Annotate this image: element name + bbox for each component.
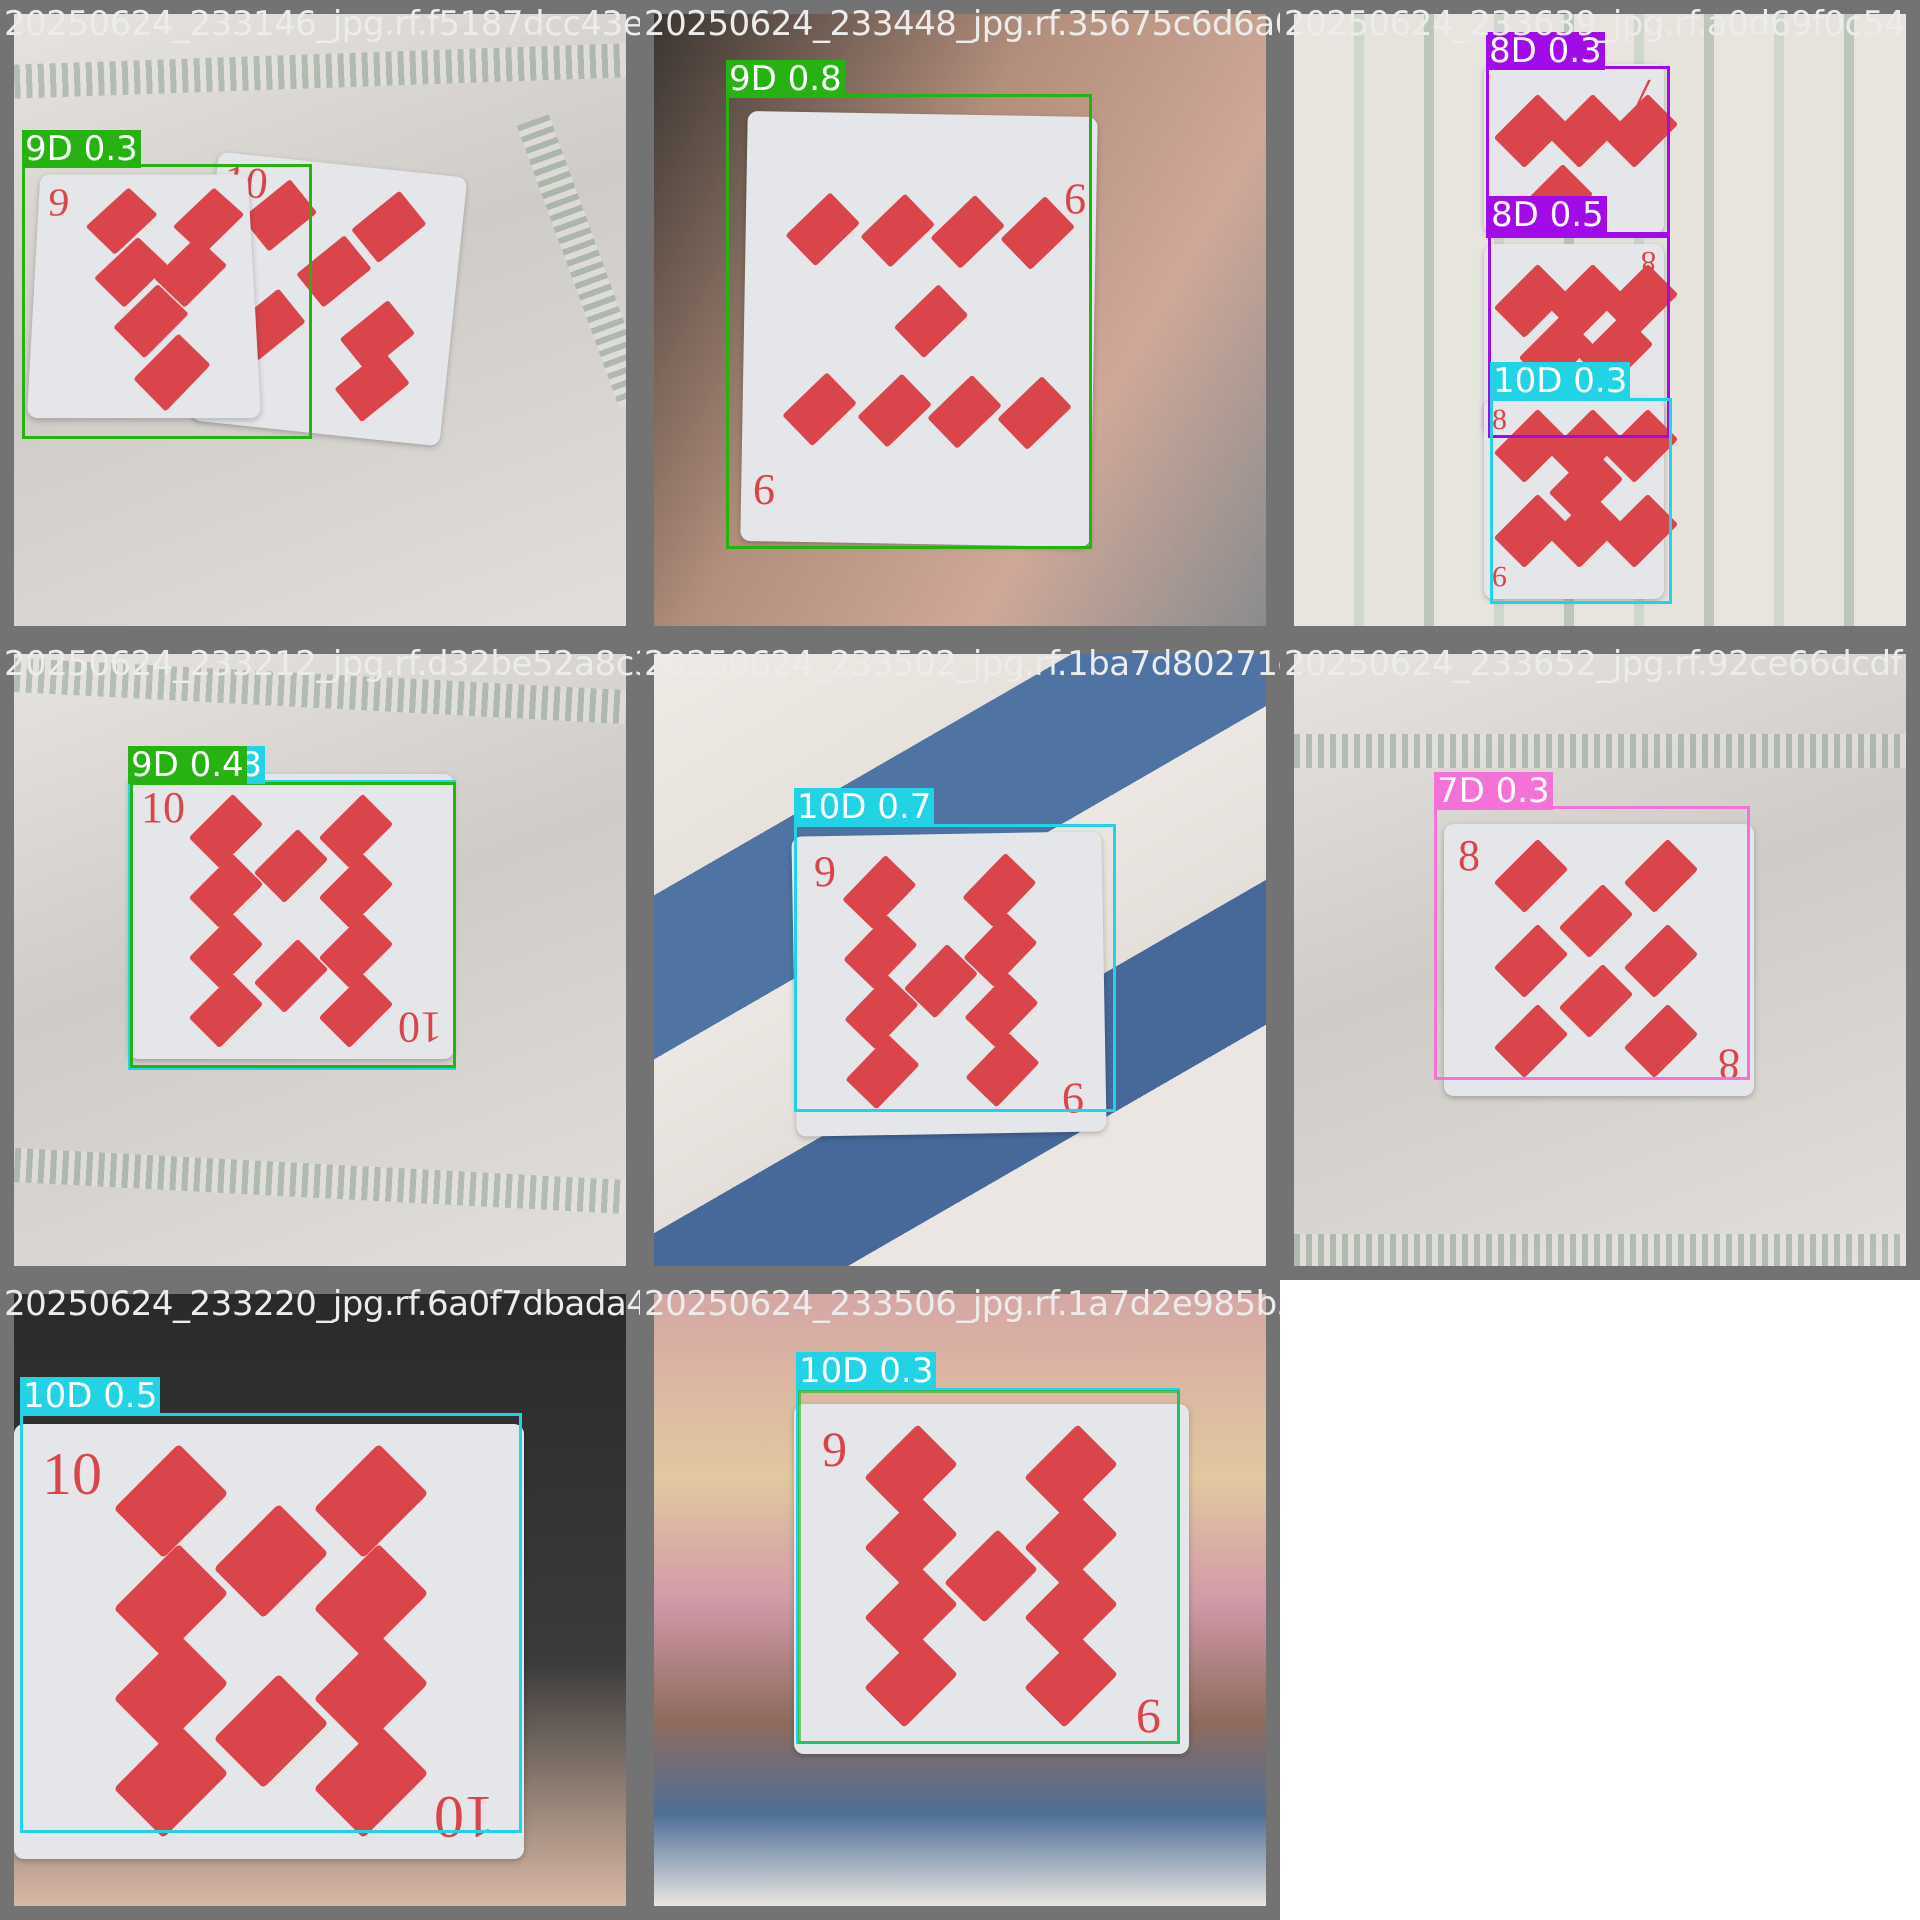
detection-label: 9D 0.3 xyxy=(22,130,141,168)
detection-box[interactable] xyxy=(130,782,456,1068)
image-tile-3[interactable]: 7 8 8 9 20250624_233639_jpg.rf.a0d69f0c5 xyxy=(1280,0,1920,640)
fabric-stripe xyxy=(14,1148,626,1214)
detection-label: 9D 0.4 xyxy=(128,746,247,784)
image-tile-1[interactable]: 10 9 20250624_233146_jpg.rf.f5187dcc43e0… xyxy=(0,0,640,640)
detection-box[interactable] xyxy=(20,1413,522,1833)
detection-box[interactable] xyxy=(1490,398,1672,604)
image-tile-2[interactable]: 9 9 20250624_233448_jpg.rf.35675c6d6a092… xyxy=(640,0,1280,640)
image-filename: 20250624_233502_jpg.rf.1ba7d80271d0d56a4 xyxy=(644,644,1280,684)
image-filename: 20250624_233506_jpg.rf.1a7d2e985b323a2f2 xyxy=(644,1284,1280,1324)
image-filename: 20250624_233212_jpg.rf.d32be52a8c3026066… xyxy=(4,644,640,684)
image-filename: 20250624_233146_jpg.rf.f5187dcc43e08240c xyxy=(4,4,640,44)
detection-box[interactable] xyxy=(726,94,1092,549)
image-tile-4[interactable]: 10 10 20250624_233212_jpg.rf.d32be52a8c3… xyxy=(0,640,640,1280)
fabric-stripe xyxy=(14,43,626,99)
image-tile-6[interactable]: 8 8 20250624_233652_jpg.rf.92ce66dcdf 7D… xyxy=(1280,640,1920,1280)
image-filename: 20250624_233639_jpg.rf.a0d69f0c54 xyxy=(1284,4,1905,44)
image-filename: 20250624_233652_jpg.rf.92ce66dcdf xyxy=(1284,644,1903,684)
detection-box[interactable] xyxy=(794,824,1116,1112)
detection-box[interactable] xyxy=(22,164,312,439)
fabric-stripe xyxy=(516,114,626,408)
detection-label: 10D 0.7 xyxy=(794,788,935,826)
fabric-stripe xyxy=(1294,1234,1906,1266)
diamond-pip-icon xyxy=(351,190,427,264)
detection-box[interactable] xyxy=(1434,806,1750,1080)
detection-label: 10D 0.3 xyxy=(796,1352,937,1390)
detection-label: 7D 0.3 xyxy=(1434,772,1553,810)
detection-label: 10D 0.5 xyxy=(20,1377,161,1415)
fabric-stripe xyxy=(1294,734,1906,768)
detection-label: 9D 0.8 xyxy=(726,60,845,98)
image-filename: 20250624_233448_jpg.rf.35675c6d6a09256d6 xyxy=(644,4,1280,44)
image-tile-8[interactable]: 9 9 20250624_233506_jpg.rf.1a7d2e985b323… xyxy=(640,1280,1280,1920)
diamond-pip-icon xyxy=(334,349,410,423)
image-tile-5[interactable]: 9 9 20250624_233502_jpg.rf.1ba7d80271d0d… xyxy=(640,640,1280,1280)
image-tile-7[interactable]: 10 10 20250624_233220_jpg.rf.6a0f7dbada4… xyxy=(0,1280,640,1920)
image-filename: 20250624_233220_jpg.rf.6a0f7dbada40d4586… xyxy=(4,1284,640,1324)
detection-box[interactable] xyxy=(798,1390,1180,1744)
detection-label: 10D 0.3 xyxy=(1490,362,1631,400)
detection-label: 8D 0.5 xyxy=(1488,196,1607,234)
